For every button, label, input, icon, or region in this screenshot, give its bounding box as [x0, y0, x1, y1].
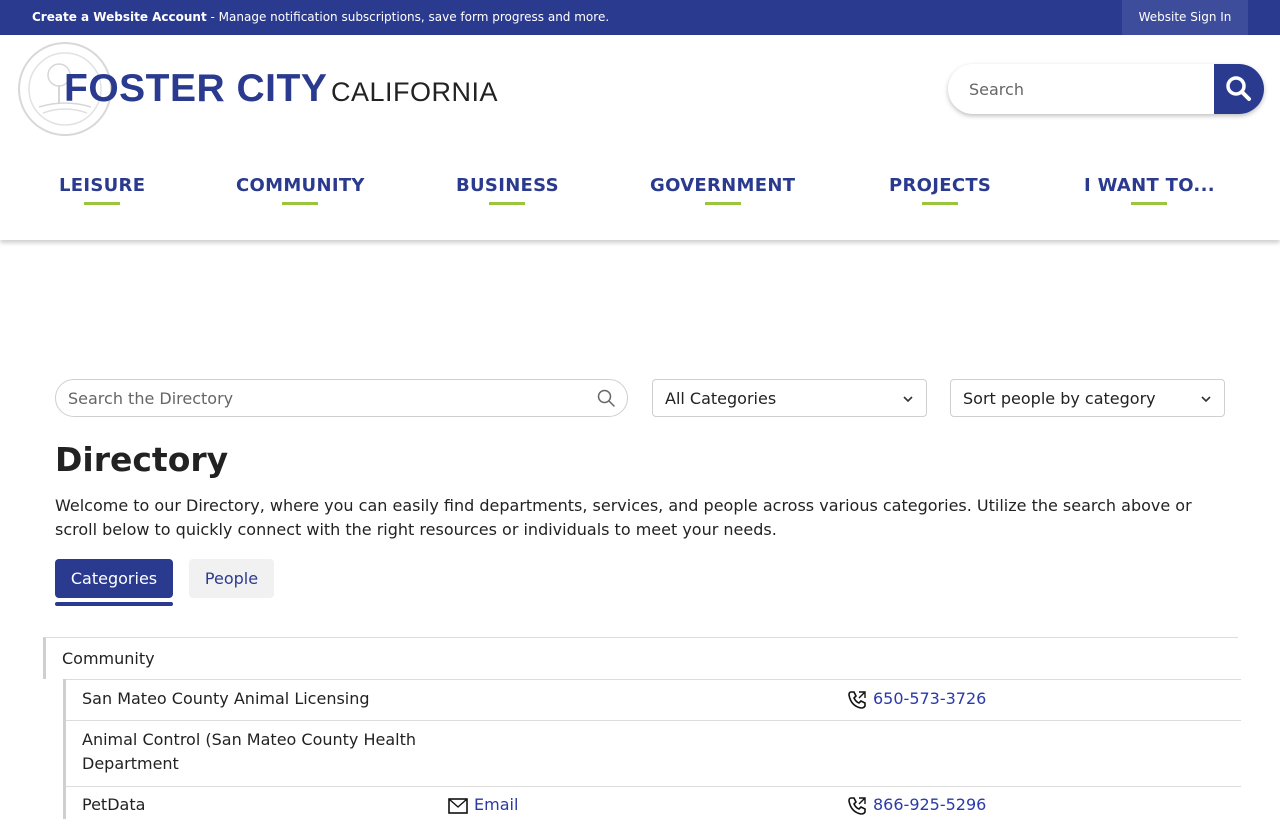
entry-phone-link[interactable]: 650-573-3726	[847, 687, 986, 711]
entry-name[interactable]: San Mateo County Animal Licensing	[82, 687, 442, 711]
nav-underline	[704, 202, 741, 205]
nav-underline	[282, 202, 319, 205]
sort-people-select[interactable]: Sort people by category	[950, 379, 1225, 417]
phone-icon	[848, 691, 866, 709]
entry-email-link[interactable]: Email	[448, 793, 518, 817]
site-search-button[interactable]	[1214, 64, 1264, 114]
nav-item-label: GOVERNMENT	[650, 175, 796, 196]
page-title: Directory	[55, 440, 229, 479]
sort-select-value: Sort people by category	[963, 389, 1156, 408]
nav-item-label: LEISURE	[59, 175, 146, 196]
nav-item-label: PROJECTS	[889, 175, 992, 196]
site-logo-subtitle[interactable]: CALIFORNIA	[331, 77, 498, 108]
list-item: San Mateo County Animal Licensing 650-57…	[66, 679, 1241, 720]
tab-categories[interactable]: Categories	[55, 559, 173, 598]
nav-item-government[interactable]: GOVERNMENT	[650, 175, 795, 205]
main-navigation: LEISURE COMMUNITY BUSINESS GOVERNMENT PR…	[0, 175, 1280, 215]
active-tab-indicator	[55, 602, 173, 606]
entry-phone: 866-925-5296	[873, 795, 987, 814]
list-item: PetData Email 866-925-5296	[66, 786, 1241, 826]
nav-underline	[922, 202, 959, 205]
nav-item-label: I WANT TO...	[1084, 175, 1215, 196]
nav-item-community[interactable]: COMMUNITY	[236, 175, 365, 205]
category-header-community[interactable]: Community	[43, 637, 1238, 679]
nav-item-label: BUSINESS	[456, 175, 559, 196]
category-select-value: All Categories	[665, 389, 777, 408]
nav-item-i-want-to[interactable]: I WANT TO...	[1084, 175, 1215, 205]
site-search-input[interactable]	[948, 64, 1214, 114]
list-item: Animal Control (San Mateo County Health …	[66, 720, 1241, 786]
site-search	[948, 64, 1264, 114]
nav-underline	[489, 202, 526, 205]
nav-underline	[1131, 202, 1168, 205]
entry-phone: 650-573-3726	[873, 689, 987, 708]
directory-search	[55, 379, 628, 417]
phone-icon	[848, 797, 866, 815]
create-account-banner[interactable]: Create a Website Account - Manage notifi…	[32, 10, 609, 24]
site-header: FOSTER CITY CALIFORNIA LEISURE COMMUNITY…	[0, 35, 1280, 240]
create-account-link[interactable]: Create a Website Account	[32, 10, 207, 24]
search-icon	[1226, 76, 1251, 101]
entry-name[interactable]: Animal Control (San Mateo County Health …	[82, 728, 442, 776]
nav-underline	[84, 202, 121, 205]
site-logo-title[interactable]: FOSTER CITY	[64, 67, 327, 111]
nav-item-business[interactable]: BUSINESS	[456, 175, 559, 205]
directory-search-input[interactable]	[68, 380, 588, 416]
search-icon[interactable]	[597, 389, 615, 407]
email-icon	[448, 798, 468, 814]
directory-entries: San Mateo County Animal Licensing 650-57…	[63, 679, 1241, 819]
entry-phone-link[interactable]: 866-925-5296	[847, 793, 986, 817]
chevron-down-icon	[1201, 396, 1211, 403]
category-label: Community	[62, 649, 155, 668]
create-account-description: - Manage notification subscriptions, sav…	[206, 10, 610, 24]
nav-item-projects[interactable]: PROJECTS	[889, 175, 991, 205]
entry-name[interactable]: PetData	[82, 793, 442, 817]
nav-item-label: COMMUNITY	[236, 175, 365, 196]
category-select[interactable]: All Categories	[652, 379, 927, 417]
utility-bar: Create a Website Account - Manage notifi…	[0, 0, 1280, 35]
tab-people[interactable]: People	[189, 559, 274, 598]
nav-item-leisure[interactable]: LEISURE	[59, 175, 145, 205]
directory-intro: Welcome to our Directory, where you can …	[55, 496, 1192, 539]
chevron-down-icon	[903, 396, 913, 403]
website-sign-in-button[interactable]: Website Sign In	[1122, 0, 1248, 35]
